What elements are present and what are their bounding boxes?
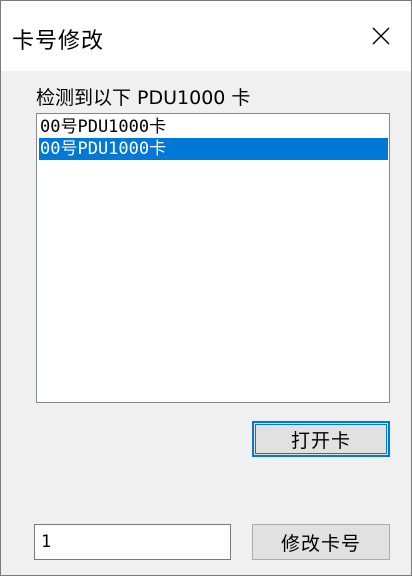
card-list[interactable]: 00号PDU1000卡 00号PDU1000卡 <box>36 113 390 403</box>
list-item[interactable]: 00号PDU1000卡 <box>39 116 388 138</box>
close-icon <box>372 27 390 45</box>
list-item-selected[interactable]: 00号PDU1000卡 <box>39 138 388 160</box>
window-title: 卡号修改 <box>12 29 105 54</box>
close-button[interactable] <box>351 1 411 71</box>
title-bar: 卡号修改 <box>1 1 411 71</box>
modify-card-number-button[interactable]: 修改卡号 <box>252 524 390 560</box>
detected-cards-label: 检测到以下 PDU1000 卡 <box>36 87 251 109</box>
card-number-input[interactable] <box>34 524 231 560</box>
card-number-dialog: 卡号修改 检测到以下 PDU1000 卡 00号PDU1000卡 00号PDU1… <box>0 0 412 576</box>
open-card-button[interactable]: 打开卡 <box>252 421 390 457</box>
